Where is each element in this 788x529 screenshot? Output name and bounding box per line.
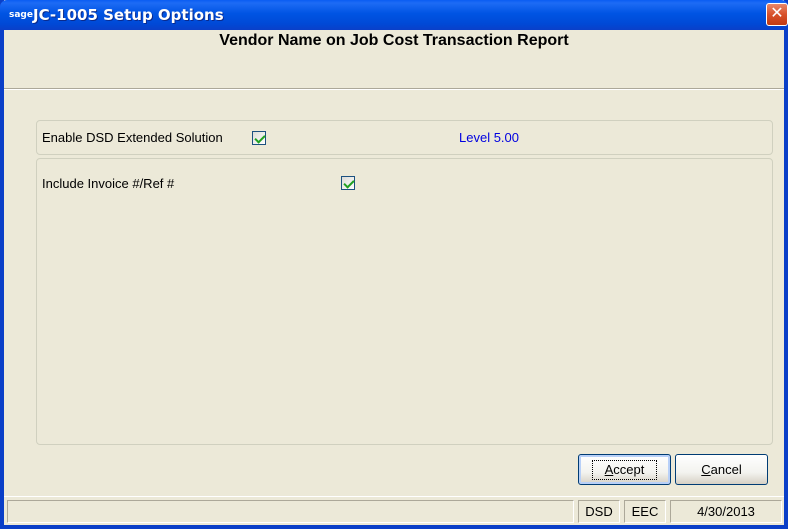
setup-options-window: sage JC-1005 Setup Options ✕ Vendor Name… [0,0,788,529]
status-eec-pane: EEC [624,500,666,523]
cancel-button[interactable]: Cancel [675,454,768,485]
include-invoice-checkbox[interactable] [341,176,355,190]
sage-logo-icon: sage [9,10,33,20]
page-title: Vendor Name on Job Cost Transaction Repo… [219,32,569,49]
window-title: JC-1005 Setup Options [33,6,224,24]
close-button[interactable]: ✕ [766,3,788,26]
accept-button-label: Accept [591,460,658,480]
status-main-pane [7,500,574,523]
include-invoice-label: Include Invoice #/Ref # [42,176,175,191]
level-text: Level 5.00 [459,130,519,145]
options-group [36,158,773,445]
enable-dsd-label: Enable DSD Extended Solution [42,130,223,145]
status-date-pane: 4/30/2013 [670,500,782,523]
accept-button[interactable]: Accept [578,454,671,485]
enable-dsd-checkbox[interactable] [252,131,266,145]
title-bar[interactable]: sage JC-1005 Setup Options ✕ [0,0,788,30]
status-dsd-pane: DSD [578,500,620,523]
status-bar: DSD EEC 4/30/2013 [4,496,784,525]
